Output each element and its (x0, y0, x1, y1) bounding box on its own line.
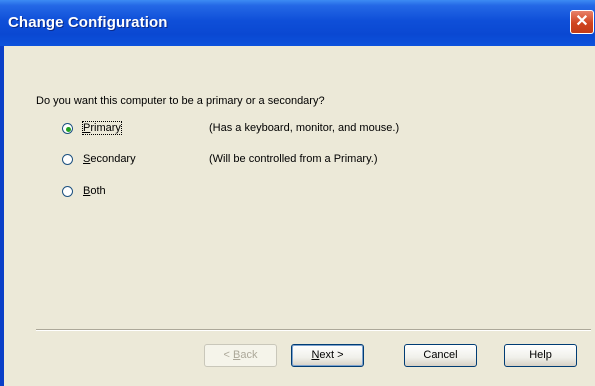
both-label[interactable]: Both (83, 185, 106, 197)
primary-radio[interactable] (62, 123, 73, 134)
primary-label[interactable]: Primary (82, 121, 122, 135)
primary-description: (Has a keyboard, monitor, and mouse.) (209, 122, 400, 134)
dialog-body: Do you want this computer to be a primar… (4, 46, 595, 386)
close-icon: ✕ (575, 13, 589, 30)
next-button[interactable]: Next > (291, 344, 364, 367)
radio-selected-dot (66, 127, 71, 132)
secondary-label[interactable]: Secondary (83, 153, 136, 165)
secondary-radio[interactable] (62, 154, 73, 165)
both-radio[interactable] (62, 186, 73, 197)
window-title: Change Configuration (8, 14, 168, 31)
configuration-question: Do you want this computer to be a primar… (36, 95, 325, 107)
cancel-button[interactable]: Cancel (404, 344, 477, 367)
button-divider (36, 329, 591, 331)
back-button[interactable]: < Back (204, 344, 277, 367)
secondary-description: (Will be controlled from a Primary.) (209, 153, 378, 165)
title-bar[interactable]: Change Configuration ✕ (0, 0, 595, 46)
dialog-window: Change Configuration ✕ Do you want this … (0, 0, 595, 386)
help-button[interactable]: Help (504, 344, 577, 367)
close-button[interactable]: ✕ (570, 10, 594, 34)
